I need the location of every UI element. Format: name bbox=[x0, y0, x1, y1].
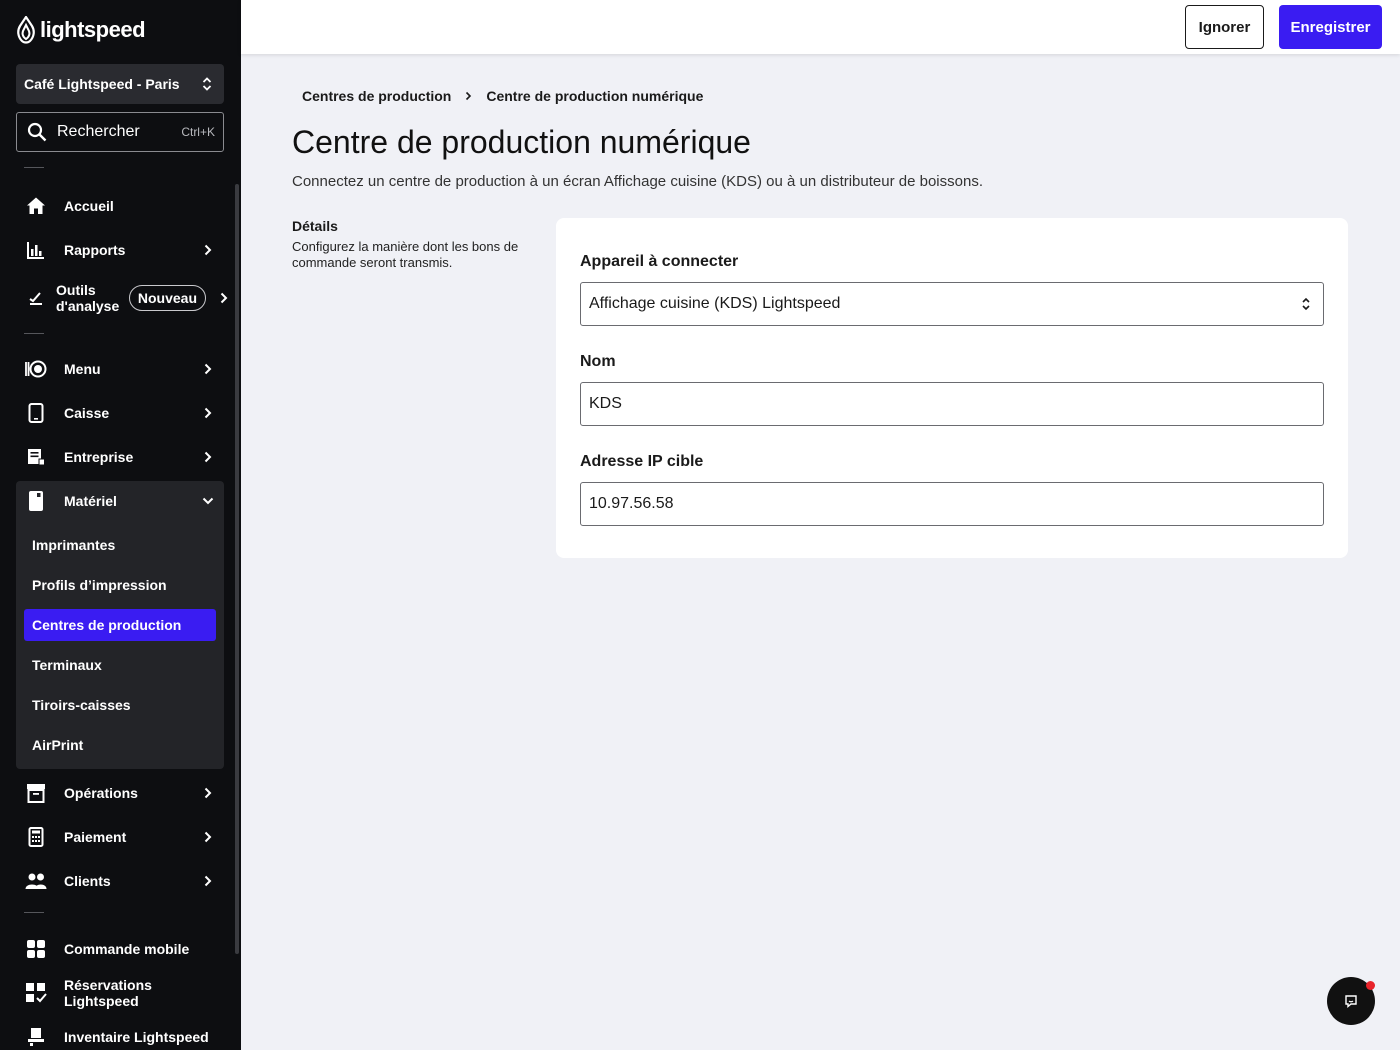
breadcrumb-current: Centre de production numérique bbox=[486, 88, 704, 104]
calculator-icon bbox=[24, 825, 48, 849]
sidebar-item-operations[interactable]: Opérations bbox=[16, 773, 224, 813]
sidebar-item-rapports[interactable]: Rapports bbox=[16, 230, 224, 270]
inventory-icon bbox=[24, 1025, 48, 1049]
search-label: Rechercher bbox=[57, 123, 140, 140]
name-field-value: KDS bbox=[589, 395, 622, 412]
save-button[interactable]: Enregistrer bbox=[1279, 5, 1382, 49]
chevron-right-icon bbox=[200, 875, 216, 887]
mobile-order-icon bbox=[24, 937, 48, 961]
submenu-item-terminaux[interactable]: Terminaux bbox=[24, 649, 216, 681]
menu-icon bbox=[24, 357, 48, 381]
chevron-right-icon bbox=[216, 292, 232, 304]
notification-dot bbox=[1366, 981, 1375, 990]
sidebar-scrollbar[interactable] bbox=[235, 184, 239, 954]
sidebar-item-label-line2: d'analyse bbox=[56, 298, 120, 314]
sidebar-item-label: Inventaire Lightspeed bbox=[64, 1029, 209, 1045]
chevron-up-down-icon bbox=[1302, 297, 1310, 311]
tablet-icon bbox=[24, 401, 48, 425]
chevron-right-icon bbox=[200, 451, 216, 463]
ignore-button[interactable]: Ignorer bbox=[1185, 5, 1264, 49]
sidebar-item-reservations[interactable]: Réservations Lightspeed bbox=[16, 973, 224, 1013]
submenu-item-imprimantes[interactable]: Imprimantes bbox=[24, 529, 216, 561]
reservations-icon bbox=[24, 981, 48, 1005]
search-shortcut: Ctrl+K bbox=[181, 125, 215, 139]
sidebar-item-outils-analyse[interactable]: Outils d'analyse Nouveau bbox=[16, 278, 228, 318]
breadcrumb-parent-link[interactable]: Centres de production bbox=[302, 88, 451, 104]
analytics-icon bbox=[24, 286, 48, 310]
sidebar-item-clients[interactable]: Clients bbox=[16, 861, 224, 901]
sidebar-item-caisse[interactable]: Caisse bbox=[16, 393, 224, 433]
submenu-item-profils-impression[interactable]: Profils d’impression bbox=[24, 569, 216, 601]
sidebar-item-label: Paiement bbox=[64, 829, 127, 845]
search-icon bbox=[27, 122, 47, 142]
bar-chart-icon bbox=[24, 238, 48, 262]
logo[interactable]: lightspeed bbox=[16, 16, 146, 44]
details-card: Appareil à connecter Affichage cuisine (… bbox=[556, 218, 1348, 558]
sidebar-item-label: Matériel bbox=[64, 493, 117, 509]
page-title: Centre de production numérique bbox=[292, 124, 751, 160]
sidebar-item-label: Outils d'analyse bbox=[56, 282, 129, 314]
details-section-title: Détails bbox=[292, 218, 338, 234]
chevron-right-icon bbox=[465, 91, 472, 101]
name-label: Nom bbox=[580, 353, 616, 370]
sidebar-item-label: Menu bbox=[64, 361, 101, 377]
sidebar-item-label: Opérations bbox=[64, 785, 138, 801]
sidebar-item-label: Accueil bbox=[64, 198, 114, 214]
device-select[interactable]: Affichage cuisine (KDS) Lightspeed bbox=[580, 282, 1324, 326]
sidebar-item-inventaire[interactable]: Inventaire Lightspeed bbox=[16, 1017, 224, 1050]
breadcrumb: Centres de production Centre de producti… bbox=[302, 88, 703, 104]
business-icon bbox=[24, 445, 48, 469]
top-bar: Ignorer Enregistrer bbox=[241, 0, 1400, 54]
search-input[interactable]: Rechercher Ctrl+K bbox=[16, 112, 224, 152]
sidebar-item-paiement[interactable]: Paiement bbox=[16, 817, 224, 857]
chevron-down-icon bbox=[200, 497, 216, 505]
store-selector[interactable]: Café Lightspeed - Paris bbox=[16, 64, 224, 104]
sidebar-item-label: Entreprise bbox=[64, 449, 134, 465]
chevron-up-down-icon bbox=[202, 77, 212, 91]
sidebar-item-label-line1: Outils bbox=[56, 282, 96, 298]
submenu-item-centres-production[interactable]: Centres de production bbox=[24, 609, 216, 641]
chevron-right-icon bbox=[200, 831, 216, 843]
sidebar-item-label: Réservations Lightspeed bbox=[64, 977, 152, 1009]
users-icon bbox=[24, 869, 48, 893]
sidebar-item-materiel[interactable]: Matériel bbox=[16, 481, 224, 521]
submenu-item-tiroirs-caisses[interactable]: Tiroirs-caisses bbox=[24, 689, 216, 721]
sidebar-item-accueil[interactable]: Accueil bbox=[16, 186, 224, 226]
new-badge: Nouveau bbox=[128, 285, 206, 311]
sidebar-item-commande-mobile[interactable]: Commande mobile bbox=[16, 929, 224, 969]
ip-address-value: 10.97.56.58 bbox=[589, 495, 674, 512]
sidebar-item-menu[interactable]: Menu bbox=[16, 349, 224, 389]
ip-address-field[interactable]: 10.97.56.58 bbox=[580, 482, 1324, 526]
sidebar: lightspeed Café Lightspeed - Paris Reche… bbox=[0, 0, 241, 1050]
hardware-submenu: Matériel Imprimantes Profils d’impressio… bbox=[16, 481, 224, 769]
nav-divider bbox=[24, 333, 44, 334]
details-section-description: Configurez la manière dont les bons de c… bbox=[292, 239, 519, 270]
hardware-icon bbox=[24, 489, 48, 513]
name-field[interactable]: KDS bbox=[580, 382, 1324, 426]
sidebar-item-label: Clients bbox=[64, 873, 111, 889]
nav-divider bbox=[24, 167, 44, 168]
chevron-right-icon bbox=[200, 363, 216, 375]
store-name: Café Lightspeed - Paris bbox=[24, 76, 180, 92]
device-select-value: Affichage cuisine (KDS) Lightspeed bbox=[589, 295, 841, 312]
device-label: Appareil à connecter bbox=[580, 253, 739, 270]
chevron-right-icon bbox=[200, 787, 216, 799]
logo-text: lightspeed bbox=[40, 17, 146, 42]
nav-divider bbox=[24, 912, 44, 913]
archive-icon bbox=[24, 781, 48, 805]
home-icon bbox=[24, 194, 48, 218]
sidebar-item-label: Commande mobile bbox=[64, 941, 190, 957]
chat-icon bbox=[1345, 995, 1357, 1008]
chevron-right-icon bbox=[200, 244, 216, 256]
page-subtitle: Connectez un centre de production à un é… bbox=[292, 173, 983, 190]
submenu-item-airprint[interactable]: AirPrint bbox=[24, 729, 216, 761]
sidebar-item-label: Rapports bbox=[64, 242, 126, 258]
ip-label: Adresse IP cible bbox=[580, 453, 704, 470]
sidebar-item-label: Caisse bbox=[64, 405, 110, 421]
chevron-right-icon bbox=[200, 407, 216, 419]
lightspeed-flame-icon bbox=[17, 16, 35, 44]
sidebar-item-entreprise[interactable]: Entreprise bbox=[16, 437, 224, 477]
